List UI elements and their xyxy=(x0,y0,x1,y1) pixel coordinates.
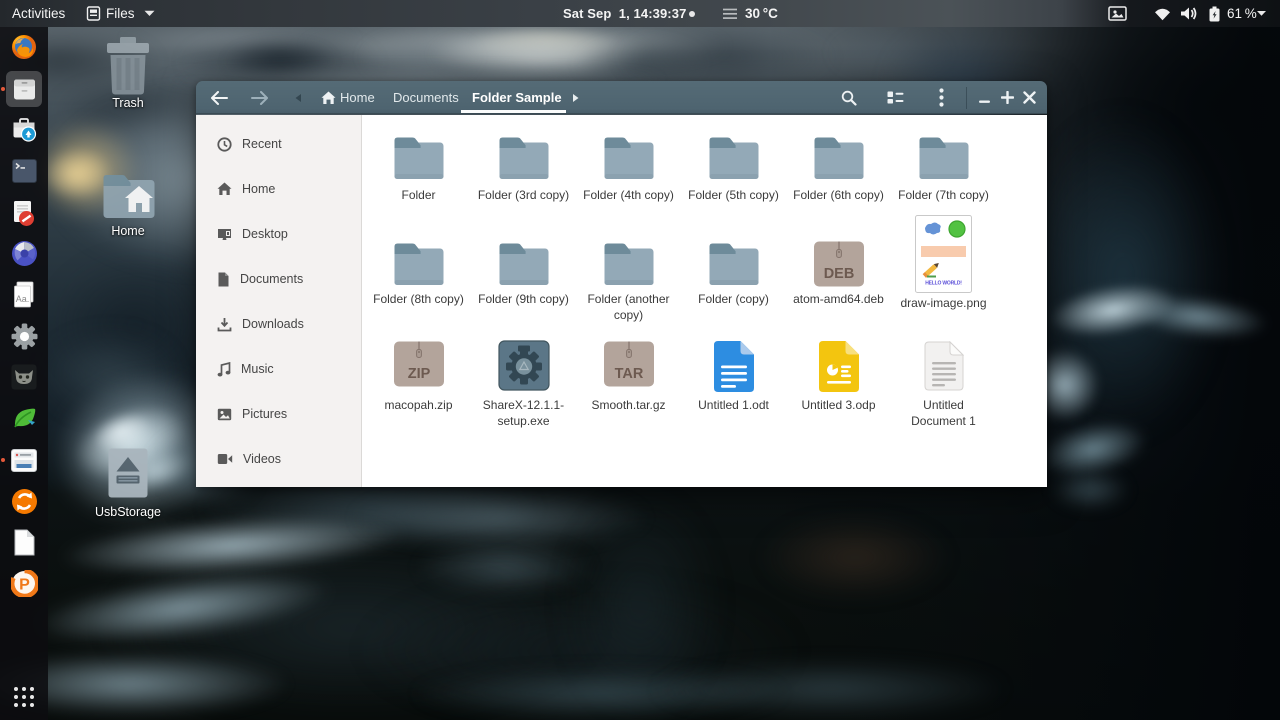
svg-text:ZIP: ZIP xyxy=(407,366,430,382)
svg-text:Aa.: Aa. xyxy=(16,294,30,304)
svg-text:TAR: TAR xyxy=(614,366,643,382)
svg-text:HELLO WORLD!: HELLO WORLD! xyxy=(925,281,962,287)
svg-text:P: P xyxy=(19,576,30,593)
svg-text:DEB: DEB xyxy=(823,266,854,282)
